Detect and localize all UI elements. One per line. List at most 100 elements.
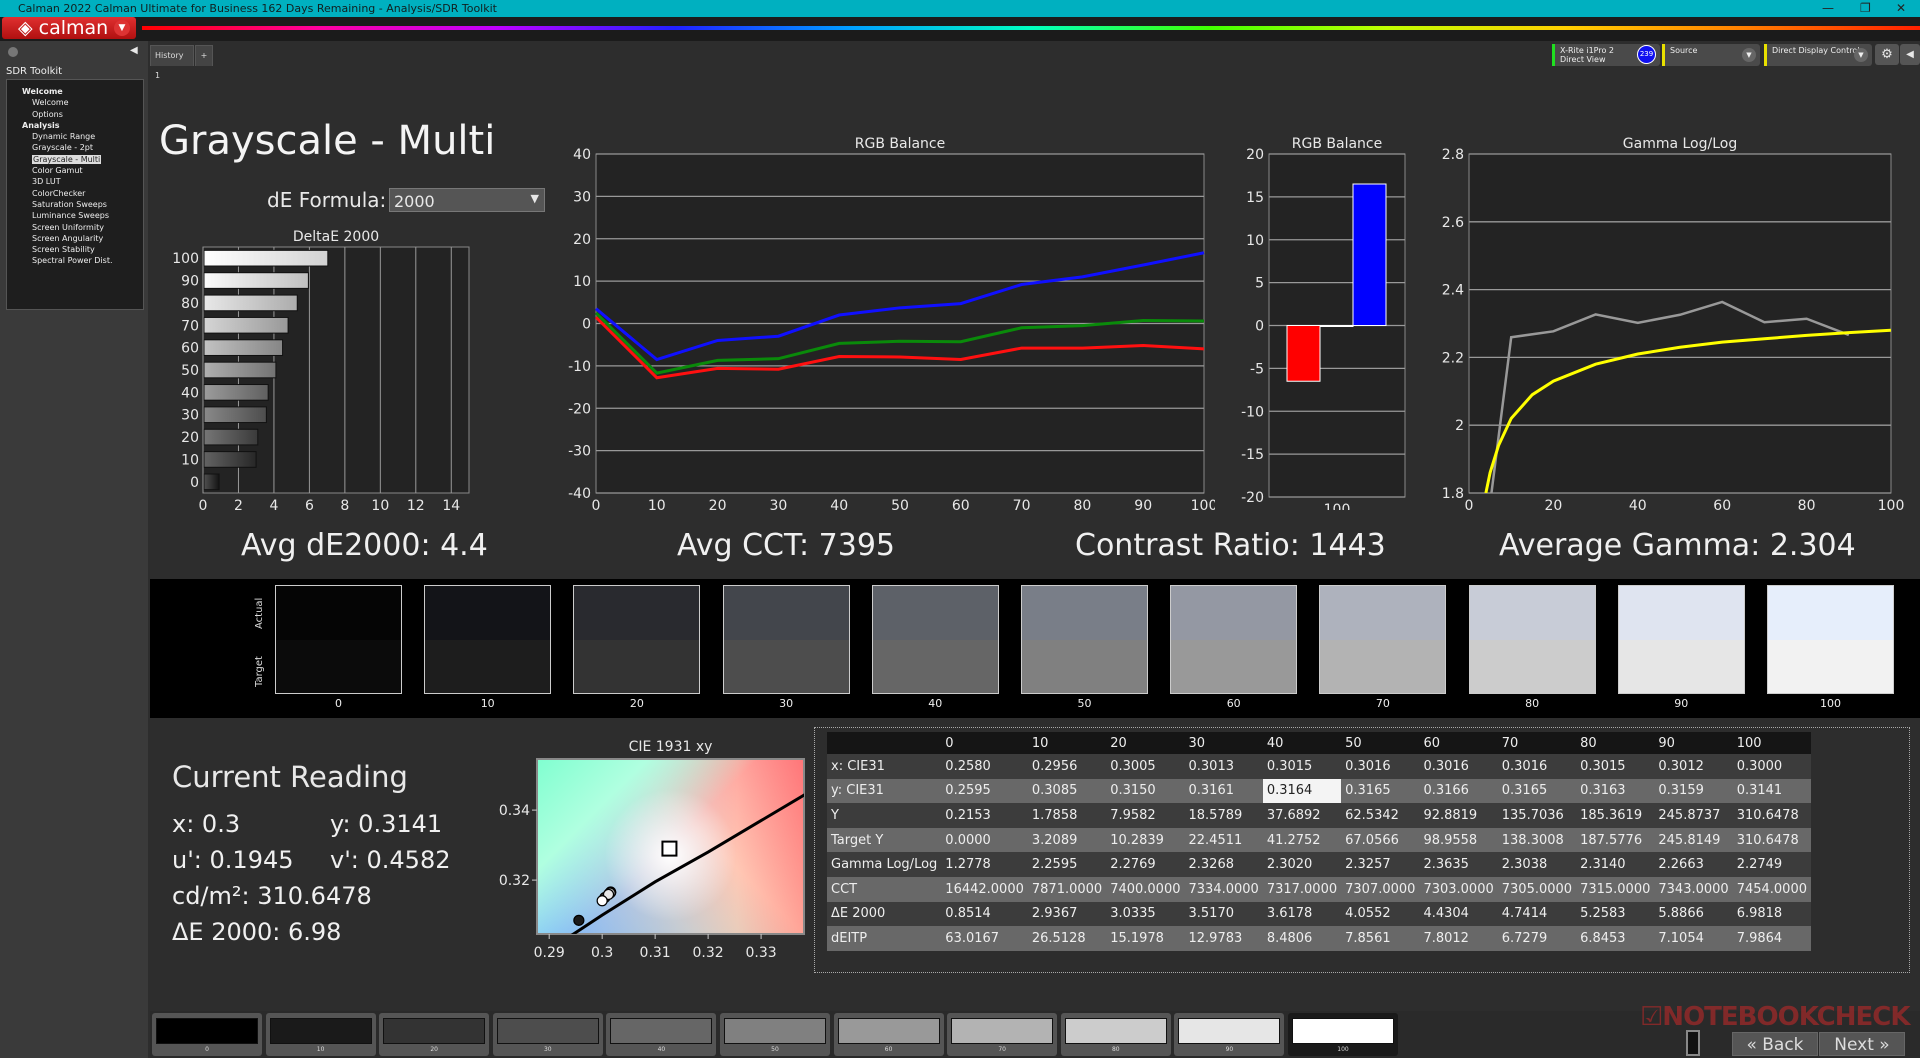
table-cell[interactable]: 0.3165: [1497, 778, 1577, 804]
table-cell[interactable]: 5.2583: [1576, 901, 1655, 927]
patch-button-90[interactable]: 90: [1174, 1013, 1285, 1056]
source-selector[interactable]: Source ▼: [1662, 44, 1760, 66]
table-cell[interactable]: 0.2956: [1027, 754, 1107, 779]
table-cell[interactable]: 0.3085: [1027, 778, 1107, 804]
table-cell[interactable]: 310.6478: [1732, 827, 1811, 853]
table-cell[interactable]: 6.8453: [1576, 926, 1655, 951]
table-cell[interactable]: 26.5128: [1027, 926, 1107, 951]
table-cell[interactable]: 3.0335: [1106, 901, 1185, 927]
table-cell[interactable]: 0.3013: [1184, 754, 1263, 779]
table-cell[interactable]: 0.3165: [1341, 778, 1420, 804]
tree-item[interactable]: Grayscale - 2pt: [7, 142, 143, 153]
tree-group-analysis[interactable]: Analysis: [7, 120, 143, 131]
table-cell[interactable]: 67.0566: [1341, 827, 1420, 853]
tree-group-welcome[interactable]: Welcome: [7, 86, 143, 97]
table-cell[interactable]: 7307.0000: [1341, 876, 1420, 902]
calman-menu-button[interactable]: ◈ calman ▼: [2, 17, 136, 39]
table-cell[interactable]: 3.5170: [1184, 901, 1263, 927]
table-cell[interactable]: 62.5342: [1341, 803, 1420, 828]
table-cell[interactable]: 2.3257: [1341, 852, 1420, 877]
table-cell[interactable]: 0.3163: [1576, 778, 1655, 804]
table-cell[interactable]: 0.3161: [1184, 778, 1263, 804]
table-cell[interactable]: 138.3008: [1497, 827, 1577, 853]
table-cell[interactable]: 0.3000: [1732, 754, 1811, 779]
table-cell[interactable]: 15.1978: [1106, 926, 1185, 951]
table-cell[interactable]: 3.2089: [1027, 827, 1107, 853]
table-cell[interactable]: 7315.0000: [1576, 876, 1655, 902]
table-cell[interactable]: 22.4511: [1184, 827, 1263, 853]
table-cell[interactable]: 0.3159: [1654, 778, 1733, 804]
patch-button-10[interactable]: 10: [265, 1013, 376, 1056]
patch-button-60[interactable]: 60: [833, 1013, 944, 1056]
patch-button-0[interactable]: 0: [152, 1013, 262, 1056]
table-cell[interactable]: 0.3016: [1497, 754, 1577, 779]
patch-button-80[interactable]: 80: [1060, 1013, 1171, 1056]
pin-icon[interactable]: [8, 47, 18, 57]
table-cell[interactable]: 2.3140: [1576, 852, 1655, 877]
table-cell[interactable]: 0.3166: [1419, 778, 1498, 804]
maximize-button[interactable]: ❐: [1860, 0, 1871, 17]
table-cell[interactable]: 7.8012: [1419, 926, 1498, 951]
collapse-sidebar-icon[interactable]: ◀: [130, 45, 138, 56]
table-cell[interactable]: 2.2769: [1106, 852, 1185, 877]
table-cell[interactable]: 7334.0000: [1184, 876, 1263, 902]
patch-button-40[interactable]: 40: [606, 1013, 717, 1056]
table-cell[interactable]: 92.8819: [1419, 803, 1498, 828]
tree-item[interactable]: Options: [7, 109, 143, 120]
table-cell[interactable]: 7.8561: [1341, 926, 1420, 951]
table-cell[interactable]: 0.3150: [1106, 778, 1185, 804]
table-cell[interactable]: 2.3635: [1419, 852, 1498, 877]
table-cell[interactable]: 98.9558: [1419, 827, 1498, 853]
table-cell[interactable]: 2.2595: [1027, 852, 1107, 877]
table-cell[interactable]: 63.0167: [941, 926, 1028, 951]
table-cell[interactable]: 4.4304: [1419, 901, 1498, 927]
table-cell[interactable]: 245.8149: [1654, 827, 1733, 853]
settings-gear-icon[interactable]: ⚙: [1875, 44, 1899, 65]
table-cell[interactable]: 0.0000: [941, 827, 1028, 853]
tree-item[interactable]: Grayscale - Multi: [7, 154, 143, 165]
tree-item[interactable]: Screen Stability: [7, 244, 143, 255]
patch-button-70[interactable]: 70: [947, 1013, 1058, 1056]
table-cell[interactable]: 0.2580: [941, 754, 1028, 779]
table-cell[interactable]: 3.6178: [1262, 901, 1342, 927]
patch-button-50[interactable]: 50: [720, 1013, 830, 1056]
stop-icon[interactable]: [1686, 1030, 1700, 1056]
table-cell[interactable]: 16442.0000: [941, 876, 1028, 902]
table-cell[interactable]: 0.3016: [1419, 754, 1498, 779]
tree-item[interactable]: Dynamic Range: [7, 131, 143, 142]
table-cell[interactable]: 7.1054: [1654, 926, 1733, 951]
patch-button-20[interactable]: 20: [379, 1013, 490, 1056]
table-cell[interactable]: 37.6892: [1262, 803, 1342, 828]
table-cell[interactable]: 2.3268: [1184, 852, 1263, 877]
table-cell[interactable]: 0.3012: [1654, 754, 1733, 779]
collapse-panel-icon[interactable]: ◀: [1900, 44, 1920, 65]
table-cell[interactable]: 1.2778: [941, 852, 1028, 877]
patch-button-30[interactable]: 30: [492, 1013, 603, 1056]
table-cell[interactable]: 2.2749: [1732, 852, 1811, 877]
table-cell[interactable]: 2.2663: [1654, 852, 1733, 877]
table-cell[interactable]: 4.0552: [1341, 901, 1420, 927]
table-cell[interactable]: 7317.0000: [1262, 876, 1342, 902]
minimize-button[interactable]: —: [1822, 0, 1834, 17]
table-cell[interactable]: 0.2153: [941, 803, 1028, 828]
table-cell[interactable]: 18.5789: [1184, 803, 1263, 828]
table-cell[interactable]: 0.8514: [941, 901, 1028, 927]
next-button[interactable]: Next »: [1819, 1032, 1905, 1056]
table-cell[interactable]: 0.3015: [1262, 754, 1342, 779]
table-cell[interactable]: 7305.0000: [1497, 876, 1577, 902]
table-cell[interactable]: 10.2839: [1106, 827, 1185, 853]
table-cell[interactable]: 6.9818: [1732, 901, 1811, 927]
table-cell[interactable]: 6.7279: [1497, 926, 1577, 951]
patch-button-100[interactable]: 100: [1288, 1013, 1398, 1056]
table-cell[interactable]: 41.2752: [1262, 827, 1342, 853]
table-cell[interactable]: 0.3016: [1341, 754, 1420, 779]
tree-item[interactable]: Spectral Power Dist.: [7, 255, 143, 266]
table-cell[interactable]: 0.2595: [941, 778, 1028, 804]
display-selector[interactable]: Direct Display Control ▼: [1764, 44, 1872, 66]
table-cell[interactable]: 12.9783: [1184, 926, 1263, 951]
table-cell[interactable]: 135.7036: [1497, 803, 1577, 828]
table-cell[interactable]: 7454.0000: [1732, 876, 1811, 902]
tree-item[interactable]: Screen Angularity: [7, 233, 143, 244]
tree-item[interactable]: Color Gamut: [7, 165, 143, 176]
table-cell[interactable]: 2.3038: [1497, 852, 1577, 877]
